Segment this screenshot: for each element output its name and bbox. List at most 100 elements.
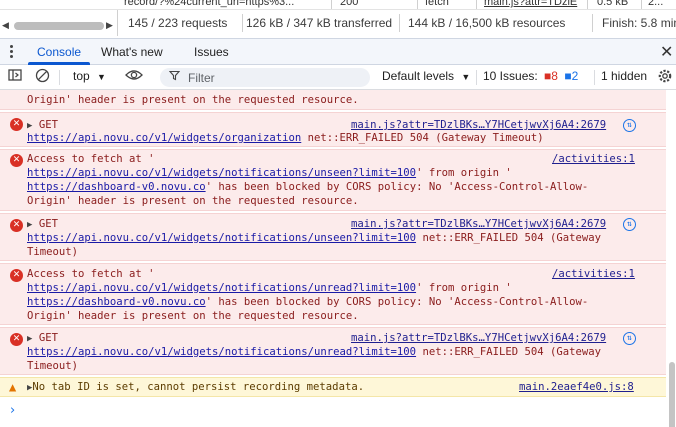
warning-icon: ▲ [9, 380, 17, 394]
source-link[interactable]: main.js?attr=TDzlBKs…Y7HCetjwvXj6A4:2679 [351, 218, 606, 230]
error-icon: ✕ [10, 118, 23, 131]
tab-console[interactable]: Console [37, 45, 81, 59]
column-divider [587, 0, 588, 9]
request-type: fetch [425, 0, 449, 8]
drawer-tab-bar: Console What's new Issues ✕ [0, 38, 676, 65]
summary-requests: 145 / 223 requests [128, 16, 228, 30]
message-suffix: ' has been blocked by CORS policy: No 'A… [205, 296, 589, 308]
request-time: 2... [648, 0, 664, 8]
console-messages: Origin' header is present on the request… [0, 90, 676, 427]
expand-triangle-icon[interactable]: ▶ [27, 121, 32, 131]
console-toolbar: top ▼ Default levels ▼ 10 Issues: ■8 ■2 … [0, 65, 676, 90]
console-error-message[interactable]: ✕ ▶ GET main.js?attr=TDzlBKs…Y7HCetjwvXj… [0, 213, 666, 261]
request-method: GET [38, 218, 58, 230]
message-mid: ' from origin ' [416, 167, 512, 179]
column-divider [641, 0, 642, 9]
console-error-message[interactable]: ✕ Access to fetch at ' /activities:1 htt… [0, 263, 666, 325]
request-url-link[interactable]: https://api.novu.co/v1/widgets/notificat… [27, 282, 416, 294]
message-last-line: Origin' header is present on the request… [27, 310, 359, 322]
toolbar-divider [59, 70, 60, 85]
hidden-count: 1 hidden [601, 69, 648, 83]
source-link[interactable]: /activities:1 [552, 268, 635, 280]
console-error-message[interactable]: ✕ ▶ GET main.js?attr=TDzlBKs…Y7HCetjwvXj… [0, 112, 666, 147]
settings-gear-icon[interactable] [657, 68, 673, 87]
error-text-continued: Timeout) [27, 246, 79, 258]
request-url-link[interactable]: https://api.novu.co/v1/widgets/organizat… [27, 132, 301, 144]
column-divider [331, 0, 332, 9]
request-method: GET [38, 119, 58, 131]
source-link[interactable]: main.js?attr=TDzlBKs…Y7HCetjwvXj6A4:2679 [351, 119, 606, 131]
kebab-menu-icon[interactable] [10, 45, 14, 59]
summary-resources: 144 kB / 16,500 kB resources [408, 16, 566, 30]
filter-input[interactable] [188, 70, 358, 85]
console-error-message[interactable]: ✕ Access to fetch at ' /activities:1 htt… [0, 149, 666, 211]
error-icon: ✕ [10, 219, 23, 232]
message-text: Origin' header is present on the request… [27, 94, 359, 106]
message-last-line: Origin' header is present on the request… [27, 195, 359, 207]
chevron-down-icon: ▼ [97, 72, 106, 82]
console-prompt-chevron-icon[interactable]: › [10, 403, 15, 418]
message-prefix: Access to fetch at ' [27, 153, 155, 165]
sidebar-toggle-icon[interactable] [8, 68, 22, 85]
chevron-down-icon: ▼ [461, 72, 471, 82]
scroll-right-arrow-icon[interactable]: ▶ [106, 20, 113, 31]
filter-box[interactable] [160, 68, 370, 87]
toolbar-divider [476, 70, 477, 85]
scroll-left-arrow-icon[interactable]: ◀ [2, 20, 9, 31]
request-name: record/?%24current_url=https%3... [124, 0, 295, 8]
error-text: net::ERR_FAILED 504 (Gateway [416, 346, 602, 358]
error-icon: ✕ [10, 269, 23, 282]
console-error-message[interactable]: Origin' header is present on the request… [0, 90, 666, 110]
log-levels-dropdown[interactable]: Default levels ▼ [382, 69, 470, 83]
column-divider [476, 0, 477, 9]
source-link[interactable]: main.2eaef4e0.js:8 [519, 381, 634, 393]
toolbar-divider [594, 70, 595, 85]
request-status: 200 [340, 0, 359, 8]
request-url-link[interactable]: https://api.novu.co/v1/widgets/notificat… [27, 346, 416, 358]
message-text: No tab ID is set, cannot persist recordi… [32, 381, 365, 393]
summary-transferred: 126 kB / 347 kB transferred [246, 16, 393, 30]
log-levels-label: Default levels [382, 69, 455, 83]
context-label: top [73, 69, 90, 83]
issues-label: 10 Issues: [483, 69, 538, 83]
request-initiator-link[interactable]: main.js?attr=TDzlE [484, 0, 577, 8]
live-expression-eye-icon[interactable] [125, 68, 143, 85]
horizontal-scrollbar[interactable]: ◀ ▶ [0, 10, 117, 36]
expand-triangle-icon[interactable]: ▶ [27, 334, 32, 344]
network-request-row[interactable]: record/?%24current_url=https%3... 200 fe… [0, 0, 676, 10]
request-size: 0.5 kB [597, 0, 629, 8]
close-icon[interactable]: ✕ [660, 42, 673, 62]
error-icon: ✕ [10, 333, 23, 346]
summary-finish: Finish: 5.8 min [602, 16, 676, 30]
origin-link[interactable]: https://dashboard-v0.novu.co [27, 181, 206, 193]
info-count: 2 [571, 69, 579, 83]
filter-funnel-icon [168, 70, 181, 84]
context-selector[interactable]: top ▼ [73, 69, 106, 83]
vertical-scrollbar[interactable] [668, 90, 676, 427]
message-prefix: Access to fetch at ' [27, 268, 155, 280]
request-method: GET [38, 332, 58, 344]
console-error-message[interactable]: ✕ ▶ GET main.js?attr=TDzlBKs…Y7HCetjwvXj… [0, 327, 666, 375]
network-request-icon[interactable]: ⇅ [623, 218, 636, 231]
tab-whats-new[interactable]: What's new [101, 45, 163, 59]
console-warning-message[interactable]: ▲ ▶No tab ID is set, cannot persist reco… [0, 377, 666, 397]
error-icon: ✕ [10, 154, 23, 167]
info-badge-icon: ■ [564, 69, 572, 83]
network-request-icon[interactable]: ⇅ [623, 119, 636, 132]
request-url-link[interactable]: https://api.novu.co/v1/widgets/notificat… [27, 232, 416, 244]
scrollbar-thumb[interactable] [14, 22, 104, 30]
origin-link[interactable]: https://dashboard-v0.novu.co [27, 296, 206, 308]
expand-triangle-icon[interactable]: ▶ [27, 220, 32, 230]
clear-console-icon[interactable] [35, 68, 50, 86]
scrollbar-thumb[interactable] [669, 362, 675, 427]
issues-counter[interactable]: 10 Issues: ■8 ■2 [483, 69, 578, 83]
message-mid: ' from origin ' [416, 282, 512, 294]
tab-issues[interactable]: Issues [194, 45, 229, 59]
network-request-icon[interactable]: ⇅ [623, 332, 636, 345]
source-link[interactable]: main.js?attr=TDzlBKs…Y7HCetjwvXj6A4:2679 [351, 332, 606, 344]
column-divider [417, 0, 418, 9]
request-url-link[interactable]: https://api.novu.co/v1/widgets/notificat… [27, 167, 416, 179]
source-link[interactable]: /activities:1 [552, 153, 635, 165]
summary-divider [242, 14, 243, 32]
error-count: 8 [551, 69, 558, 83]
